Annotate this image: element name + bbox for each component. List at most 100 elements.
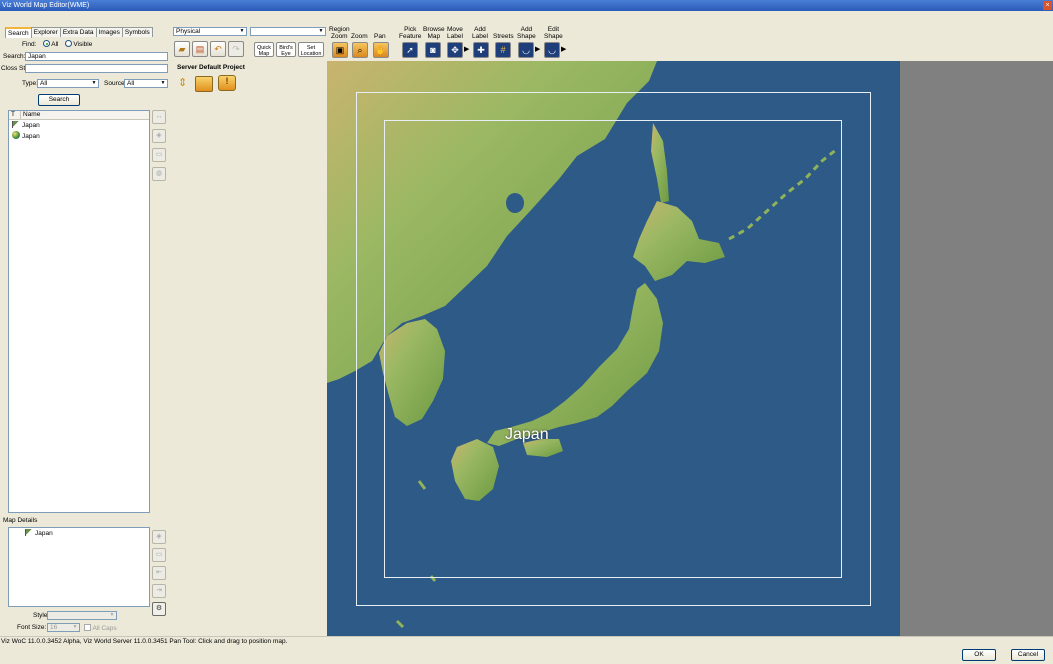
source-select[interactable]: All ▼ — [124, 79, 168, 88]
region-zoom-line2: Zoom — [330, 33, 348, 40]
all-caps-checkbox[interactable] — [84, 624, 91, 631]
add-shape-line1: Add — [520, 26, 533, 33]
warning-icon[interactable]: ! — [218, 75, 236, 91]
properties-icon[interactable]: ◈ — [152, 530, 166, 544]
window-title: Viz World Map Editor(WME) — [2, 2, 90, 9]
zoom-icon[interactable]: ⌕ — [352, 42, 368, 58]
globe-tool-icon[interactable]: ◍ — [152, 167, 166, 181]
open-folder-icon[interactable]: ▰ — [174, 41, 190, 57]
move-label-line1: Move — [447, 26, 463, 33]
chevron-down-icon: ▼ — [108, 612, 116, 619]
style-select[interactable]: ▼ — [47, 611, 117, 620]
add-label-icon[interactable]: ✚ — [473, 42, 489, 58]
move-down-icon[interactable]: ⇥ — [152, 584, 166, 598]
tab-extra-data[interactable]: Extra Data — [59, 27, 97, 37]
set-location-button[interactable]: Set Location — [298, 42, 324, 57]
find-visible-radio[interactable] — [65, 40, 73, 47]
settings-icon[interactable]: ⚙ — [152, 602, 166, 616]
list-item-name: Japan — [22, 122, 40, 129]
list-item[interactable]: Japan — [9, 528, 149, 539]
add-shape-icon[interactable]: ◡ — [518, 42, 534, 58]
edit-shape-label: Edit Shape — [544, 26, 563, 40]
inner-frame — [384, 120, 842, 578]
font-size-value: 16 — [50, 624, 58, 631]
browse-map-line2: Map — [427, 33, 441, 40]
left-panel: Search Explorer Extra Data Images Symbol… — [0, 11, 170, 636]
list-item[interactable]: Japan — [9, 131, 149, 142]
search-label: Search: — [3, 53, 26, 60]
layer-select[interactable]: Physical ▼ — [173, 27, 247, 36]
map-label-japan[interactable]: Japan — [505, 426, 549, 444]
quick-map-line2: Map — [258, 51, 270, 57]
all-caps-label: All Caps — [92, 625, 117, 632]
pan-label: Pan — [374, 33, 386, 40]
col-type[interactable]: T — [9, 111, 21, 119]
chevron-down-icon: ▼ — [317, 28, 325, 35]
layers-icon[interactable]: ◈ — [152, 129, 166, 143]
list-item[interactable]: Japan — [9, 120, 149, 131]
move-label-dropdown-icon[interactable]: ▶ — [464, 45, 469, 53]
status-bar: Viz WoC 11.0.0.3452 Alpha, Viz World Ser… — [0, 636, 1053, 646]
birds-eye-button[interactable]: Bird's Eye — [276, 42, 296, 57]
pick-feature-icon[interactable]: ➚ — [402, 42, 418, 58]
browse-map-icon[interactable]: ◙ — [425, 42, 441, 58]
add-project-icon[interactable]: ⇕ — [178, 76, 187, 89]
add-label-line2: Label — [472, 33, 488, 40]
edit-shape-dropdown-icon[interactable]: ▶ — [561, 45, 566, 53]
project-panel: Server Default Project ⇕ ! — [170, 61, 327, 636]
add-shape-line2: Shape — [517, 33, 536, 40]
edit-shape-icon[interactable]: ◡ — [544, 42, 560, 58]
add-label-line1: Add — [474, 26, 486, 33]
results-list: T Name Japan Japan — [8, 110, 150, 513]
add-arrows-icon[interactable]: ↔ — [152, 110, 166, 124]
set-location-line2: Location — [300, 51, 322, 57]
move-label-label: Move Label — [447, 26, 463, 40]
tab-symbols[interactable]: Symbols — [121, 27, 153, 37]
tab-explorer[interactable]: Explorer — [30, 27, 61, 37]
map-canvas[interactable]: Japan — [327, 61, 900, 636]
search-button[interactable]: Search — [38, 94, 80, 106]
cross-street-label: Closs St: — [1, 65, 28, 72]
redo-icon[interactable]: ↷ — [228, 41, 244, 57]
dialog-footer: OK Cancel — [0, 646, 1053, 664]
streets-icon[interactable]: # — [495, 42, 511, 58]
font-size-select[interactable]: 16 ▼ — [47, 623, 80, 632]
image-icon[interactable]: ▭ — [152, 148, 166, 162]
move-label-icon[interactable]: ✥ — [447, 42, 463, 58]
quick-map-button[interactable]: Quick Map — [254, 42, 274, 57]
search-input[interactable]: Japan — [25, 52, 168, 61]
ok-button[interactable]: OK — [962, 649, 996, 661]
cross-street-input[interactable] — [25, 64, 168, 73]
tab-images[interactable]: Images — [95, 27, 123, 37]
add-shape-label: Add Shape — [517, 26, 536, 40]
add-label-label: Add Label — [472, 26, 488, 40]
gray-margin — [900, 61, 1053, 636]
col-name[interactable]: Name — [21, 111, 149, 119]
list-item-name: Japan — [35, 530, 53, 537]
zoom-label: Zoom — [351, 33, 368, 40]
tab-search[interactable]: Search — [5, 27, 32, 38]
region-zoom-label: Region Zoom — [329, 26, 350, 40]
flag-icon — [12, 121, 20, 128]
add-shape-dropdown-icon[interactable]: ▶ — [535, 45, 540, 53]
move-up-icon[interactable]: ⇤ — [152, 566, 166, 580]
chevron-down-icon: ▼ — [71, 624, 79, 631]
undo-icon[interactable]: ↶ — [210, 41, 226, 57]
type-select[interactable]: All ▼ — [37, 79, 99, 88]
folders-icon[interactable] — [195, 76, 213, 92]
birds-eye-line2: Eye — [281, 51, 291, 57]
close-button[interactable]: × — [1043, 1, 1052, 10]
map-details-label: Map Details — [3, 517, 38, 524]
cancel-button[interactable]: Cancel — [1011, 649, 1045, 661]
results-header: T Name — [9, 111, 149, 120]
tab-strip: Search Explorer Extra Data Images Symbol… — [5, 27, 153, 38]
pan-hand-icon[interactable]: ✋ — [373, 42, 389, 58]
find-all-radio[interactable] — [43, 40, 51, 47]
secondary-select[interactable]: ▼ — [250, 27, 326, 36]
layer-select-value: Physical — [176, 28, 201, 35]
image-icon[interactable]: ▭ — [152, 548, 166, 562]
pick-feature-line2: Feature — [399, 33, 422, 40]
region-zoom-icon[interactable]: ▣ — [332, 42, 348, 58]
save-icon[interactable]: ▤ — [192, 41, 208, 57]
find-all-label: All — [51, 41, 59, 48]
